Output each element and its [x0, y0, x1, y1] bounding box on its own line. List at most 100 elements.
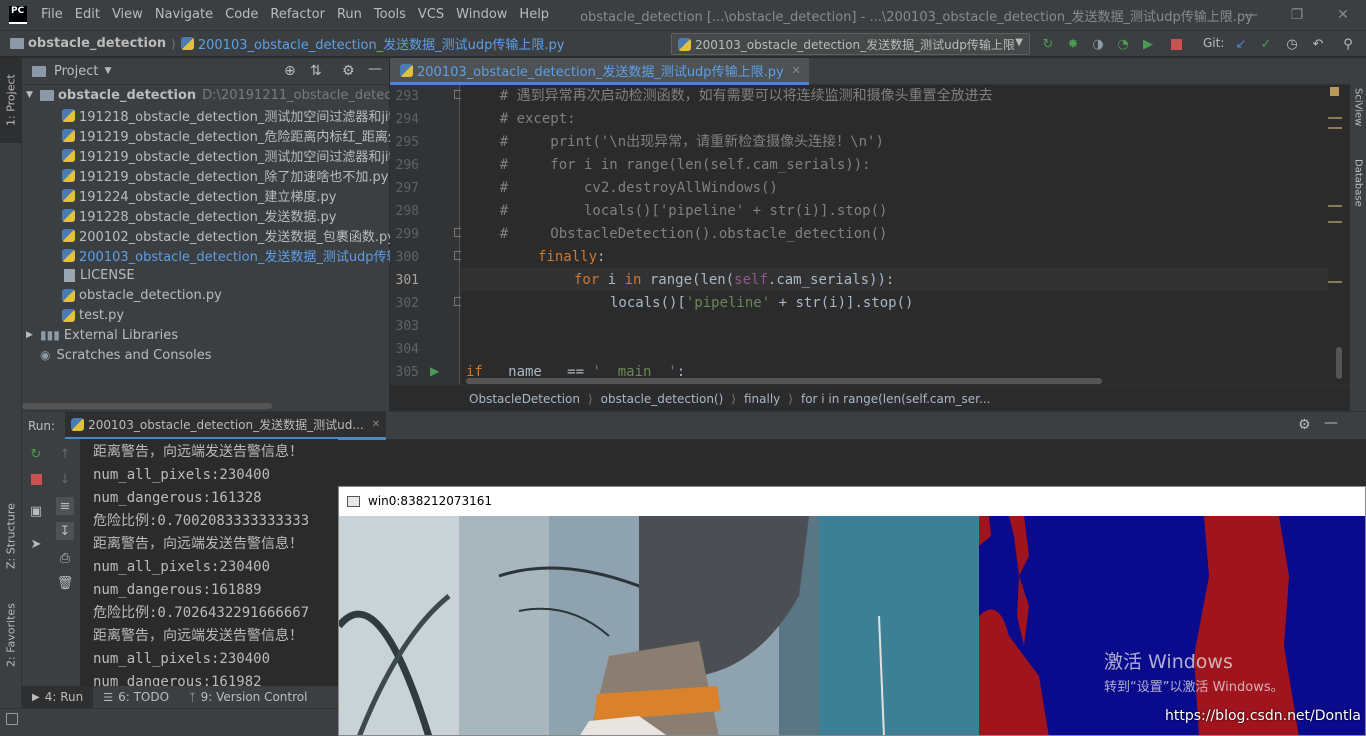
menu-code[interactable]: Code	[219, 0, 264, 30]
rerun-icon[interactable]: ↻	[27, 445, 45, 463]
tree-scratches[interactable]: ◉ Scratches and Consoles	[40, 345, 212, 365]
menu-navigate[interactable]: Navigate	[149, 0, 219, 30]
tree-file[interactable]: 191219_obstacle_detection_测试加空间过滤器和jit加速…	[62, 145, 433, 165]
git-update-icon[interactable]: ↙	[1233, 36, 1249, 52]
close-window-icon[interactable]: ✕	[1320, 0, 1366, 30]
menu-help[interactable]: Help	[513, 0, 555, 30]
chevron-down-icon[interactable]: ▼	[104, 66, 111, 76]
console-line: 距离警告，向远端发送告警信息！	[93, 536, 303, 552]
history-icon[interactable]: ◷	[1284, 36, 1300, 52]
close-tab-icon[interactable]: ✕	[792, 64, 801, 77]
tab-sciview[interactable]: SciView	[1350, 72, 1366, 142]
stop-icon[interactable]	[1168, 36, 1184, 52]
code-text: range(len(	[641, 272, 735, 288]
opencv-window-titlebar[interactable]: win0:838212073161	[339, 487, 1365, 515]
tab-structure[interactable]: Z: Structure	[0, 491, 22, 581]
stripe-mark[interactable]	[1328, 221, 1342, 223]
breadcrumb-finally[interactable]: finally	[744, 392, 780, 406]
tree-root-folder[interactable]: ▼ obstacle_detection D:\20191211_obstacl…	[26, 85, 437, 105]
run-configuration-select[interactable]: 200103_obstacle_detection_发送数据_测试udp传输上限…	[671, 33, 1030, 55]
rollback-icon[interactable]: ↶	[1310, 36, 1326, 52]
soft-wrap-icon[interactable]: ≡	[56, 497, 74, 515]
opencv-window[interactable]: win0:838212073161 激活 Windows 转到“设置”以激活 W…	[338, 486, 1366, 736]
trash-icon[interactable]: 🗑	[56, 574, 74, 592]
blog-watermark: https://blog.csdn.net/Dontla	[1165, 708, 1361, 724]
gear-icon[interactable]: ⚙	[342, 63, 355, 79]
tree-file-label: 191228_obstacle_detection_发送数据.py	[79, 209, 337, 225]
code-comment: )	[875, 134, 884, 150]
tree-file[interactable]: 191218_obstacle_detection_测试加空间过滤器和jit加速…	[62, 105, 433, 125]
console-line: num_dangerous:161328	[93, 490, 262, 506]
gear-icon[interactable]: ⚙	[1298, 417, 1311, 433]
stripe-mark[interactable]	[1328, 127, 1342, 129]
breadcrumb-file[interactable]: 200103_obstacle_detection_发送数据_测试udp传输上限…	[180, 34, 565, 53]
tree-file[interactable]: 200102_obstacle_detection_发送数据_包裹函数.py	[62, 225, 395, 245]
tab-todo[interactable]: ☰ 6: TODO	[93, 686, 179, 708]
tree-file[interactable]: 191224_obstacle_detection_建立梯度.py	[62, 185, 336, 205]
pin-icon[interactable]: ➤	[27, 535, 45, 553]
tree-file[interactable]: test.py	[62, 305, 124, 325]
run-gutter-icon[interactable]: ▶	[430, 364, 439, 378]
tab-project[interactable]: 1: Project	[0, 58, 22, 143]
tree-file-label: 191219_obstacle_detection_除了加速啥也不加.py	[79, 169, 389, 185]
collapse-all-icon[interactable]: ⇅	[310, 63, 322, 79]
tab-database[interactable]: Database	[1350, 148, 1366, 218]
breadcrumb-method[interactable]: obstacle_detection()	[601, 392, 724, 406]
menu-run[interactable]: Run	[331, 0, 368, 30]
stop-icon[interactable]	[27, 470, 45, 488]
warning-icon[interactable]	[1330, 87, 1339, 96]
hide-panel-icon[interactable]: —	[1324, 415, 1338, 431]
git-commit-icon[interactable]: ✓	[1258, 36, 1274, 52]
tree-external-libraries[interactable]: ▶ ▮▮▮ External Libraries	[26, 325, 178, 345]
tree-file[interactable]: obstacle_detection.py	[62, 285, 222, 305]
project-panel-title[interactable]: Project	[54, 64, 98, 79]
search-icon[interactable]: ⚲	[1340, 36, 1356, 52]
arrow-down-icon[interactable]: ↓	[56, 470, 74, 488]
menu-edit[interactable]: Edit	[69, 0, 106, 30]
horizontal-scrollbar[interactable]	[22, 403, 272, 409]
menu-view[interactable]: View	[106, 0, 149, 30]
menu-tools[interactable]: Tools	[368, 0, 412, 30]
editor-tab-active[interactable]: 200103_obstacle_detection_发送数据_测试udp传输上限…	[390, 58, 809, 85]
tree-file[interactable]: 191228_obstacle_detection_发送数据.py	[62, 205, 336, 225]
minimize-icon[interactable]: —	[1228, 0, 1274, 30]
coverage-icon[interactable]: ◑	[1090, 36, 1106, 52]
tool-windows-icon[interactable]	[6, 713, 18, 725]
stripe-mark[interactable]	[1328, 205, 1342, 207]
rerun-icon[interactable]: ↻	[1040, 36, 1056, 52]
profile-icon[interactable]: ◔	[1115, 36, 1131, 52]
vertical-scrollbar[interactable]	[1336, 347, 1342, 379]
breadcrumb-class[interactable]: ObstacleDetection	[469, 392, 580, 406]
tree-file[interactable]: 191219_obstacle_detection_危险距离内标红_距离外标绿	[62, 125, 427, 145]
editor-horizontal-scrollbar[interactable]	[466, 378, 1102, 384]
window-title: obstacle_detection [...\obstacle_detecti…	[580, 9, 1253, 25]
code-editor[interactable]: # 遇到异常再次启动检测函数，如有需要可以将连续监测和摄像头重置全放进去 # e…	[461, 85, 1350, 385]
close-tab-icon[interactable]: ✕	[372, 419, 380, 430]
menu-vcs[interactable]: VCS	[412, 0, 450, 30]
stripe-mark[interactable]	[1328, 117, 1342, 119]
tree-file[interactable]: LICENSE	[62, 265, 135, 285]
tab-favorites[interactable]: 2: Favorites	[0, 593, 22, 678]
tree-file-selected[interactable]: 200103_obstacle_detection_发送数据_测试udp传输上限…	[62, 245, 430, 265]
run-tab-active[interactable]: 200103_obstacle_detection_发送数据_测试ud... ✕	[65, 411, 387, 440]
console-output[interactable]: 距离警告，向远端发送告警信息！ num_all_pixels:230400 nu…	[80, 439, 338, 686]
stripe-mark[interactable]	[1328, 281, 1342, 283]
menu-file[interactable]: File	[35, 0, 69, 30]
breadcrumb-project[interactable]: obstacle_detection	[10, 36, 166, 51]
print-icon[interactable]: ⎙	[56, 549, 74, 567]
restore-icon[interactable]: ❐	[1274, 0, 1320, 30]
hide-panel-icon[interactable]: —	[368, 61, 382, 77]
debug-icon[interactable]: ✸	[1065, 36, 1081, 52]
run-tab-label: 200103_obstacle_detection_发送数据_测试ud...	[88, 417, 364, 432]
locate-icon[interactable]: ⊕	[284, 63, 296, 79]
run-concurrency-icon[interactable]: ▶	[1140, 36, 1156, 52]
menu-window[interactable]: Window	[450, 0, 513, 30]
scroll-to-end-icon[interactable]: ↧	[56, 522, 74, 540]
tab-version-control[interactable]: ᛉ 9: Version Control	[179, 686, 317, 708]
layout-icon[interactable]: ▣	[27, 502, 45, 520]
breadcrumb-for[interactable]: for i in range(len(self.cam_ser...	[801, 392, 990, 406]
tab-run[interactable]: ▶ 4: Run	[22, 686, 94, 708]
tree-file[interactable]: 191219_obstacle_detection_除了加速啥也不加.py	[62, 165, 388, 185]
arrow-up-icon[interactable]: ↑	[56, 445, 74, 463]
menu-refactor[interactable]: Refactor	[264, 0, 331, 30]
